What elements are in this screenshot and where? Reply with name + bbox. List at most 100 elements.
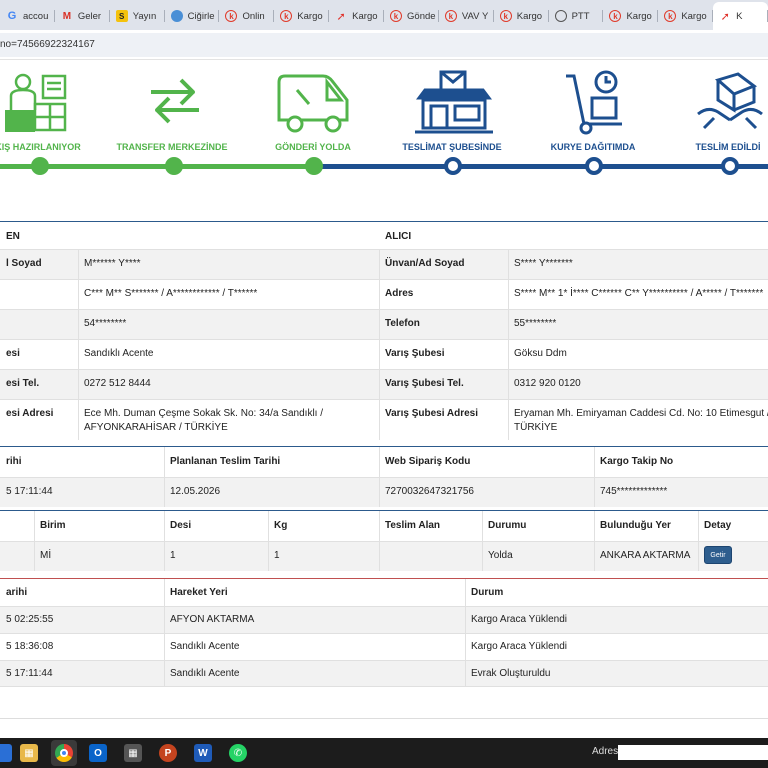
chrome-icon[interactable] <box>55 744 73 762</box>
web-order-code-header: Web Sipariş Kodu <box>385 456 471 467</box>
tab-label: Kargo <box>681 10 707 22</box>
step-dot-pending <box>721 157 739 175</box>
tab-label: Kargo <box>516 10 543 22</box>
whatsapp-icon[interactable]: ✆ <box>229 744 247 762</box>
shipment-table: rihi Planlanan Teslim Tarihi Web Sipariş… <box>0 446 768 507</box>
sender-phone-value: 54******** <box>84 318 127 329</box>
movement-date: 5 02:25:55 <box>6 614 54 625</box>
taskbar: ▦ O ▦ P W ✆ Adres <box>0 738 768 768</box>
tab-ptt[interactable]: PTT <box>549 2 604 30</box>
sender-phone-label <box>0 309 78 339</box>
sender-name-value: M****** Y**** <box>84 258 141 269</box>
powerpoint-icon[interactable]: P <box>159 744 177 762</box>
tab-kargo[interactable]: k Kargo <box>274 2 330 30</box>
transfer-arrows-icon <box>151 78 199 124</box>
gmail-icon: M <box>62 10 72 22</box>
movement-date-header: arihi <box>6 587 28 598</box>
tab-kargo[interactable]: k Kargo <box>658 2 714 30</box>
taskbar-address-label: Adres <box>592 746 619 757</box>
tracking-steps: KIŞ HAZIRLANIYOR TRANSFER MERKEZİNDE GÖN… <box>0 62 768 182</box>
tab-kargo[interactable]: ➚ Kargo <box>329 2 384 30</box>
receiver-header: ALICI <box>385 231 412 242</box>
tab-kargo[interactable]: k Kargo <box>494 2 549 30</box>
created-date-value: 5 17:11:44 <box>6 486 53 497</box>
desi-value: 1 <box>170 550 176 561</box>
tab-label: Kargo <box>352 10 378 22</box>
detail-header: Detay <box>704 520 732 531</box>
movement-location: Sandıklı Acente <box>170 668 240 679</box>
tab-label: Gönde <box>407 10 436 22</box>
kargo-icon: k <box>280 10 293 22</box>
receiver-address-label: Adres <box>385 288 414 299</box>
kargo-icon: k <box>664 10 677 22</box>
kargo-icon: k <box>609 10 622 22</box>
planned-delivery-value: 12.05.2026 <box>170 486 221 497</box>
progress-track-pending <box>313 164 768 169</box>
start-icon[interactable] <box>0 744 12 762</box>
url-field[interactable]: no=74566922324167 <box>0 33 768 57</box>
planned-delivery-header: Planlanan Teslim Tarihi <box>170 456 281 467</box>
url-text: no=74566922324167 <box>0 39 95 50</box>
file-explorer-icon[interactable]: ▦ <box>20 744 38 762</box>
movement-location-header: Hareket Yeri <box>170 587 228 598</box>
movement-date: 5 18:36:08 <box>6 641 54 652</box>
movement-status: Evrak Oluşturuldu <box>471 668 551 679</box>
tab-label: Kargo <box>626 10 652 22</box>
tab-yayin[interactable]: S Yayın <box>110 2 165 30</box>
tab-cigirle[interactable]: Ciğirle <box>165 2 220 30</box>
tab-label: Kargo <box>297 10 323 22</box>
step-label-transfer: TRANSFER MERKEZİNDE <box>116 142 228 152</box>
tracking-number-header: Kargo Takip No <box>600 456 674 467</box>
s-icon: S <box>115 10 128 22</box>
destination-branch-address-label: Varış Şubesi Adresi <box>385 408 479 419</box>
movement-status: Kargo Araca Yüklendi <box>471 641 567 652</box>
tab-gmail[interactable]: M Geler <box>55 2 110 30</box>
tab-kargo[interactable]: k Kargo <box>603 2 659 30</box>
origin-branch-address-value: Ece Mh. Duman Çeşme Sokak Sk. No: 34/a S… <box>84 408 323 433</box>
tab-label: PTT <box>571 10 590 22</box>
desi-header: Desi <box>170 520 192 531</box>
tab-label: Geler <box>77 10 102 22</box>
movement-date: 5 17:11:44 <box>6 668 53 679</box>
kargo-icon: k <box>225 10 238 22</box>
step-dot-done <box>165 157 183 175</box>
kargo-icon: k <box>390 10 403 22</box>
origin-branch-phone-label: esi Tel. <box>6 378 40 389</box>
step-label-preparing: KIŞ HAZIRLANIYOR <box>0 142 81 152</box>
destination-branch-label: Varış Şubesi <box>385 348 445 359</box>
origin-branch-address-label: esi Adresi <box>6 408 54 419</box>
tab-label: Onlin <box>242 10 265 22</box>
tab-online[interactable]: k Onlin <box>219 2 275 30</box>
outlook-icon[interactable]: O <box>89 744 107 762</box>
word-icon[interactable]: W <box>194 744 212 762</box>
google-icon: G <box>7 10 17 22</box>
tab-active[interactable]: ➚ K <box>713 2 768 30</box>
unit-header: Birim <box>40 520 66 531</box>
tab-label: accou <box>23 10 49 22</box>
tab-accounts[interactable]: Gaccou <box>0 2 55 30</box>
tab-label: Yayın <box>132 10 157 22</box>
step-label-on-the-way: GÖNDERİ YOLDA <box>275 142 351 152</box>
detail-button[interactable]: Getir <box>704 546 732 564</box>
destination-branch-phone-label: Varış Şubesi Tel. <box>385 378 464 389</box>
kargo-icon: k <box>499 10 512 22</box>
sender-address-value: C*** M** S******* / A************ / T***… <box>84 288 258 299</box>
sender-name-label: l Soyad <box>6 258 42 269</box>
tab-vav[interactable]: k VAV Y <box>439 2 494 30</box>
tab-gonderi[interactable]: k Gönde <box>384 2 439 30</box>
location-value: ANKARA AKTARMA <box>600 550 691 561</box>
tab-label: K <box>736 10 743 22</box>
step-dot-pending <box>585 157 603 175</box>
status-header: Durumu <box>488 520 527 531</box>
step-dot-pending <box>444 157 462 175</box>
address-bar: no=74566922324167 <box>0 30 768 60</box>
calculator-icon[interactable]: ▦ <box>124 744 142 762</box>
location-header: Bulunduğu Yer <box>600 520 671 531</box>
step-dot-done <box>305 157 323 175</box>
tab-strip: Gaccou M Geler S Yayın Ciğirle k Onlin k Kar… <box>0 0 768 30</box>
step-label-delivered: TESLİM EDİLDİ <box>695 142 761 152</box>
page-divider <box>0 718 768 719</box>
step-dot-done <box>31 157 49 175</box>
tab-label: Ciğirle <box>187 10 215 22</box>
taskbar-address-input[interactable] <box>618 745 768 760</box>
